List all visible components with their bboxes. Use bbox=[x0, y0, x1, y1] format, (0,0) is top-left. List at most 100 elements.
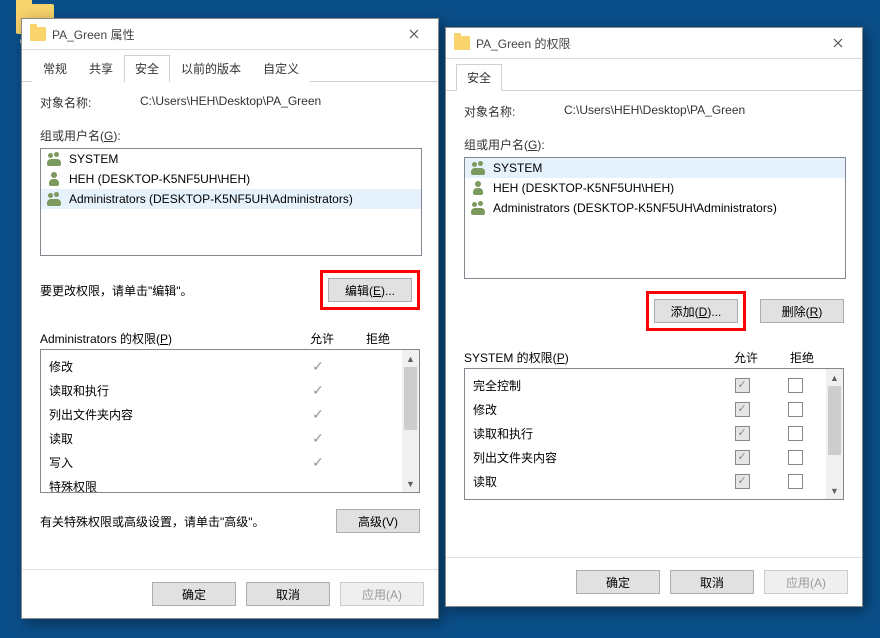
allow-checkbox[interactable]: ✓ bbox=[735, 450, 750, 465]
check-icon: ✓ bbox=[312, 454, 324, 471]
permission-row: 修改 ✓ bbox=[41, 354, 402, 378]
object-name-label: 对象名称: bbox=[40, 94, 140, 111]
group-icon bbox=[471, 160, 487, 176]
allow-checkbox[interactable]: ✓ bbox=[735, 378, 750, 393]
deny-checkbox[interactable] bbox=[788, 450, 803, 465]
user-item[interactable]: HEH (DESKTOP-K5NF5UH\HEH) bbox=[465, 178, 845, 198]
tab-previous[interactable]: 以前的版本 bbox=[170, 55, 252, 82]
permission-row: 读取和执行 ✓ bbox=[41, 378, 402, 402]
tab-general[interactable]: 常规 bbox=[32, 55, 78, 82]
tab-security[interactable]: 安全 bbox=[124, 55, 170, 82]
user-item[interactable]: HEH (DESKTOP-K5NF5UH\HEH) bbox=[41, 169, 421, 189]
deny-header: 拒绝 bbox=[776, 349, 828, 366]
deny-checkbox[interactable] bbox=[788, 426, 803, 441]
scrollbar[interactable]: ▲ ▼ bbox=[826, 369, 843, 499]
tabstrip: 安全 bbox=[446, 59, 862, 91]
permissions-header: SYSTEM 的权限(P) bbox=[464, 349, 716, 366]
deny-checkbox[interactable] bbox=[788, 378, 803, 393]
group-icon bbox=[471, 200, 487, 216]
tab-sharing[interactable]: 共享 bbox=[78, 55, 124, 82]
group-icon bbox=[47, 151, 63, 167]
user-label: HEH (DESKTOP-K5NF5UH\HEH) bbox=[69, 172, 250, 186]
deny-checkbox[interactable] bbox=[788, 474, 803, 489]
ok-button[interactable]: 确定 bbox=[576, 570, 660, 594]
remove-button[interactable]: 删除(R) bbox=[760, 299, 844, 323]
scroll-down-icon[interactable]: ▼ bbox=[826, 482, 843, 499]
permission-row: 列出文件夹内容 ✓ bbox=[41, 402, 402, 426]
scroll-thumb[interactable] bbox=[828, 386, 841, 455]
users-label: 组或用户名(G): bbox=[40, 127, 420, 144]
scrollbar[interactable]: ▲ ▼ bbox=[402, 350, 419, 492]
edit-button[interactable]: 编辑(E)... bbox=[328, 278, 412, 302]
allow-checkbox[interactable]: ✓ bbox=[735, 474, 750, 489]
permission-row: 写入 ✓ bbox=[41, 450, 402, 474]
user-item[interactable]: Administrators (DESKTOP-K5NF5UH\Administ… bbox=[465, 198, 845, 218]
close-button[interactable] bbox=[816, 29, 860, 57]
permission-row: 读取 ✓ bbox=[41, 426, 402, 450]
cancel-button[interactable]: 取消 bbox=[246, 582, 330, 606]
check-icon: ✓ bbox=[312, 406, 324, 423]
user-icon bbox=[471, 180, 487, 196]
allow-checkbox[interactable]: ✓ bbox=[735, 426, 750, 441]
object-name-value: C:\Users\HEH\Desktop\PA_Green bbox=[564, 103, 745, 120]
close-icon bbox=[409, 29, 419, 39]
permission-row: 列出文件夹内容 ✓ bbox=[465, 445, 826, 469]
tabstrip: 常规 共享 安全 以前的版本 自定义 bbox=[22, 50, 438, 82]
allow-header: 允许 bbox=[716, 349, 776, 366]
apply-button: 应用(A) bbox=[764, 570, 848, 594]
tab-custom[interactable]: 自定义 bbox=[252, 55, 310, 82]
allow-checkbox[interactable]: ✓ bbox=[735, 402, 750, 417]
allow-header: 允许 bbox=[292, 330, 352, 347]
highlight-box: 编辑(E)... bbox=[320, 270, 420, 310]
user-item[interactable]: SYSTEM bbox=[41, 149, 421, 169]
tab-security[interactable]: 安全 bbox=[456, 64, 502, 91]
deny-header: 拒绝 bbox=[352, 330, 404, 347]
titlebar[interactable]: PA_Green 属性 bbox=[22, 19, 438, 50]
permissions-listbox: 完全控制 ✓ 修改 ✓ 读取和执行 ✓ 列出文件夹内容 ✓ bbox=[464, 368, 844, 500]
scroll-up-icon[interactable]: ▲ bbox=[826, 369, 843, 386]
folder-icon bbox=[454, 36, 470, 50]
titlebar[interactable]: PA_Green 的权限 bbox=[446, 28, 862, 59]
permission-row: 读取 ✓ bbox=[465, 469, 826, 493]
properties-dialog: PA_Green 属性 常规 共享 安全 以前的版本 自定义 对象名称: C:\… bbox=[21, 18, 439, 619]
permissions-listbox: 修改 ✓ 读取和执行 ✓ 列出文件夹内容 ✓ 读取 ✓ bbox=[40, 349, 420, 493]
permission-row: 读取和执行 ✓ bbox=[465, 421, 826, 445]
cancel-button[interactable]: 取消 bbox=[670, 570, 754, 594]
permission-row: 特殊权限 bbox=[41, 474, 402, 492]
permissions-header: Administrators 的权限(P) bbox=[40, 330, 292, 347]
user-item[interactable]: SYSTEM bbox=[465, 158, 845, 178]
ok-button[interactable]: 确定 bbox=[152, 582, 236, 606]
users-label: 组或用户名(G): bbox=[464, 136, 844, 153]
user-label: SYSTEM bbox=[69, 152, 118, 166]
scroll-down-icon[interactable]: ▼ bbox=[402, 475, 419, 492]
close-icon bbox=[833, 38, 843, 48]
advanced-button[interactable]: 高级(V) bbox=[336, 509, 420, 533]
edit-hint: 要更改权限，请单击"编辑"。 bbox=[40, 282, 193, 299]
dialog-buttons: 确定 取消 应用(A) bbox=[22, 569, 438, 618]
deny-checkbox[interactable] bbox=[788, 402, 803, 417]
users-listbox[interactable]: SYSTEM HEH (DESKTOP-K5NF5UH\HEH) Adminis… bbox=[464, 157, 846, 279]
check-icon: ✓ bbox=[312, 430, 324, 447]
advanced-hint: 有关特殊权限或高级设置，请单击"高级"。 bbox=[40, 513, 265, 530]
permission-row: 修改 ✓ bbox=[465, 397, 826, 421]
permission-row: 完全控制 ✓ bbox=[465, 373, 826, 397]
user-label: Administrators (DESKTOP-K5NF5UH\Administ… bbox=[69, 192, 353, 206]
folder-icon bbox=[30, 27, 46, 41]
window-title: PA_Green 的权限 bbox=[476, 35, 816, 52]
add-button[interactable]: 添加(D)... bbox=[654, 299, 738, 323]
highlight-box: 添加(D)... bbox=[646, 291, 746, 331]
object-name-value: C:\Users\HEH\Desktop\PA_Green bbox=[140, 94, 321, 111]
users-listbox[interactable]: SYSTEM HEH (DESKTOP-K5NF5UH\HEH) Adminis… bbox=[40, 148, 422, 256]
check-icon: ✓ bbox=[312, 358, 324, 375]
close-button[interactable] bbox=[392, 20, 436, 48]
user-item[interactable]: Administrators (DESKTOP-K5NF5UH\Administ… bbox=[41, 189, 421, 209]
user-label: HEH (DESKTOP-K5NF5UH\HEH) bbox=[493, 181, 674, 195]
dialog-buttons: 确定 取消 应用(A) bbox=[446, 557, 862, 606]
window-title: PA_Green 属性 bbox=[52, 26, 392, 43]
object-name-label: 对象名称: bbox=[464, 103, 564, 120]
user-label: Administrators (DESKTOP-K5NF5UH\Administ… bbox=[493, 201, 777, 215]
scroll-up-icon[interactable]: ▲ bbox=[402, 350, 419, 367]
scroll-thumb[interactable] bbox=[404, 367, 417, 430]
permissions-dialog: PA_Green 的权限 安全 对象名称: C:\Users\HEH\Deskt… bbox=[445, 27, 863, 607]
check-icon: ✓ bbox=[312, 382, 324, 399]
